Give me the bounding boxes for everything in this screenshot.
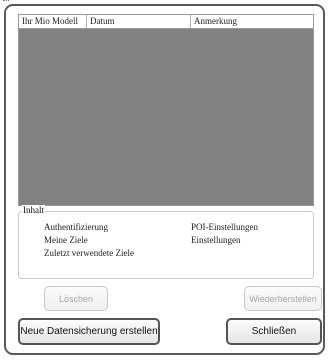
window-corner-mark: [3, 0, 9, 4]
backup-list[interactable]: Ihr Mio Modell Datum Anmerkung: [18, 14, 314, 206]
content-item-authentication: Authentifizierung: [44, 222, 108, 232]
column-header-date[interactable]: Datum: [87, 15, 191, 28]
restore-button[interactable]: Wiederherstellen: [244, 286, 322, 311]
content-item-recent-destinations: Zuletzt verwendete Ziele: [44, 248, 134, 258]
delete-button[interactable]: Löschen: [44, 286, 108, 311]
list-header: Ihr Mio Modell Datum Anmerkung: [19, 15, 313, 29]
content-item-poi-settings: POI-Einstellungen: [191, 222, 258, 232]
list-body-empty[interactable]: [19, 29, 313, 205]
content-group-label: Inhalt: [22, 205, 45, 216]
column-header-note[interactable]: Anmerkung: [191, 15, 313, 28]
close-button[interactable]: Schließen: [226, 318, 322, 345]
content-item-my-destinations: Meine Ziele: [44, 235, 88, 245]
column-header-model[interactable]: Ihr Mio Modell: [19, 15, 87, 28]
content-item-settings: Einstellungen: [191, 235, 241, 245]
new-backup-button[interactable]: Neue Datensicherung erstellen: [18, 318, 160, 345]
